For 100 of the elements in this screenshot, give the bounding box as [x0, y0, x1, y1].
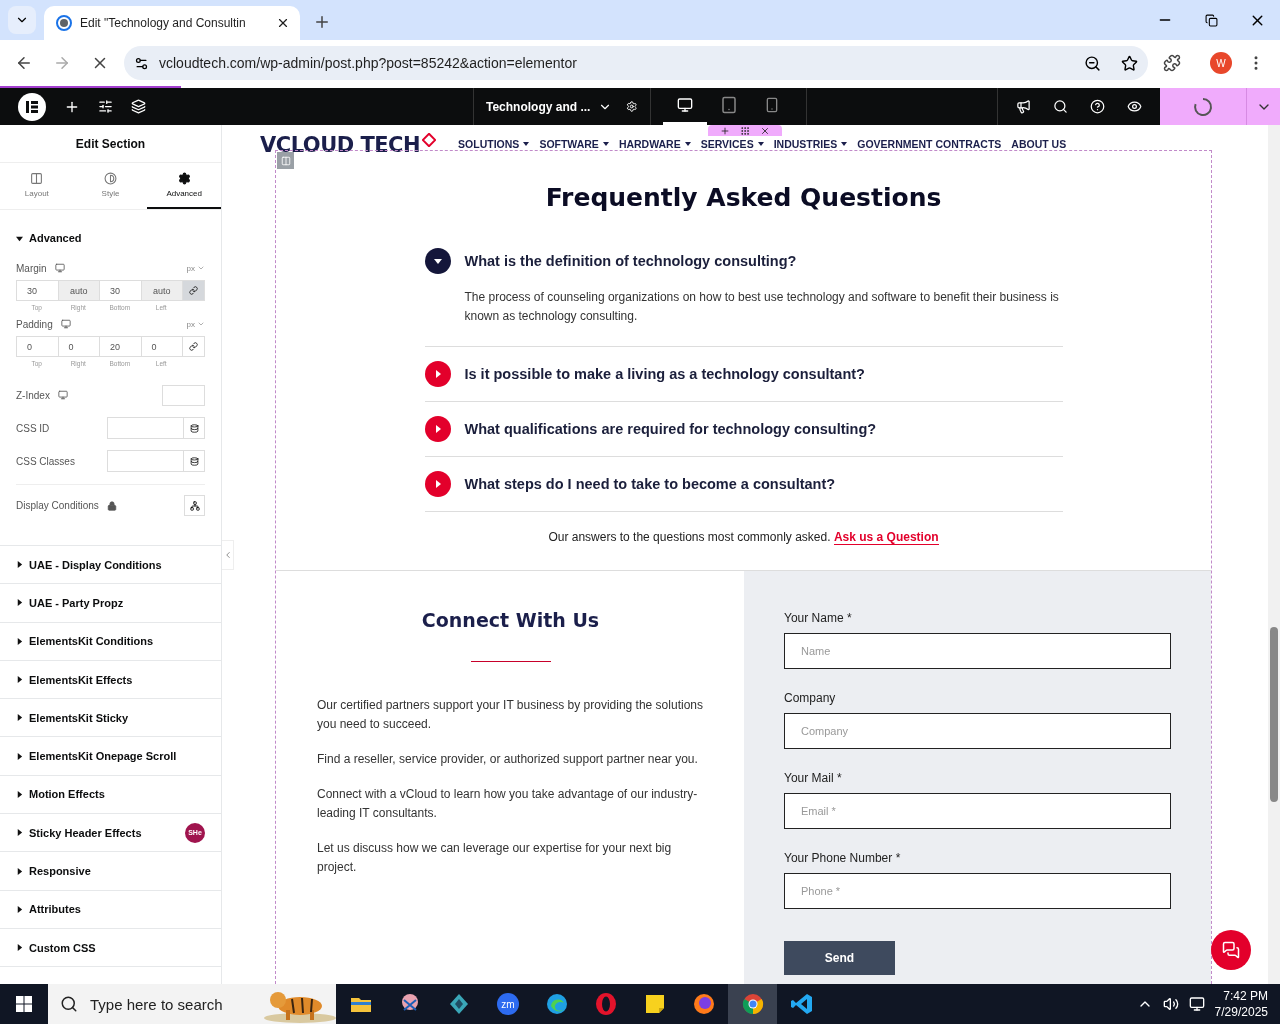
- elementor-logo[interactable]: [18, 92, 46, 121]
- tablet-icon[interactable]: [719, 96, 738, 114]
- code-editor-icon[interactable]: [789, 992, 814, 1016]
- document-title-dropdown[interactable]: Technology and ...: [486, 99, 613, 114]
- settings-icon[interactable]: [626, 99, 638, 114]
- firefox-icon[interactable]: [691, 992, 716, 1016]
- star-icon[interactable]: [1121, 54, 1138, 72]
- chat-icon[interactable]: [1222, 941, 1240, 959]
- database-icon[interactable]: [189, 423, 199, 433]
- unit-select[interactable]: px: [186, 319, 205, 329]
- css-classes-input[interactable]: [107, 450, 183, 472]
- chat-button[interactable]: [1211, 930, 1251, 970]
- speaker-icon[interactable]: [1162, 996, 1179, 1012]
- address-bar[interactable]: vcloudtech.com/wp-admin/post.php?post=85242&action=elementor: [124, 46, 1148, 80]
- site-logo[interactable]: VCLOUD TECH: [260, 133, 437, 157]
- taskbar-search-field[interactable]: Type here to search: [88, 994, 250, 1014]
- chrome-icon[interactable]: [740, 992, 765, 1016]
- nav-link[interactable]: ABOUT US: [1011, 138, 1067, 150]
- collapsed-section[interactable]: Custom CSS: [0, 928, 221, 968]
- nav-link[interactable]: SOFTWARE: [539, 138, 609, 150]
- taskbar-app-button[interactable]: [728, 984, 777, 1024]
- link-icon[interactable]: [189, 342, 198, 351]
- nav-link[interactable]: GOVERNMENT CONTRACTS: [857, 138, 1002, 150]
- dimension-input[interactable]: 30: [99, 280, 141, 301]
- faq-question[interactable]: What qualifications are required for technology consulting?: [464, 421, 877, 437]
- gear-icon[interactable]: [177, 172, 191, 185]
- dimension-input[interactable]: 0: [57, 336, 99, 357]
- nav-link[interactable]: SERVICES: [700, 138, 764, 150]
- zoom-out-icon[interactable]: [1084, 54, 1101, 72]
- faq-question[interactable]: Is it possible to make a living as a technology consultant?: [464, 366, 865, 382]
- close-icon[interactable]: [276, 16, 290, 30]
- collapsed-section[interactable]: Responsive: [0, 852, 221, 891]
- dynamic-tags-button[interactable]: [183, 417, 205, 439]
- layers-icon[interactable]: [131, 99, 146, 114]
- toggle-button[interactable]: [424, 248, 451, 274]
- ask-question-link[interactable]: Ask us a Question: [833, 530, 939, 545]
- dimension-input[interactable]: auto: [57, 280, 99, 301]
- scrollbar[interactable]: [1268, 125, 1280, 984]
- section-header[interactable]: Advanced: [16, 232, 205, 244]
- input-field[interactable]: Name: [784, 633, 1171, 669]
- unit-select[interactable]: px: [186, 263, 205, 273]
- collapsed-section[interactable]: ElementsKit Effects: [0, 660, 221, 700]
- input-field[interactable]: Company: [784, 713, 1171, 749]
- panel-tab[interactable]: Style: [73, 163, 148, 209]
- dimension-input[interactable]: auto: [140, 280, 182, 301]
- link-icon[interactable]: [189, 286, 198, 295]
- contrast-icon[interactable]: [104, 172, 117, 185]
- grip-icon[interactable]: [740, 125, 750, 136]
- publish-button[interactable]: [1160, 88, 1246, 125]
- opera-icon[interactable]: [593, 992, 618, 1016]
- link-values-button[interactable]: [182, 280, 205, 301]
- hierarchy-icon[interactable]: [189, 500, 200, 511]
- columns-icon[interactable]: [30, 172, 44, 185]
- toggle-button[interactable]: [424, 471, 451, 497]
- conditions-button[interactable]: [184, 495, 205, 516]
- taskbar-search-box[interactable]: Type here to search: [48, 984, 336, 1024]
- site-info-icon[interactable]: [134, 55, 149, 71]
- collapsed-section[interactable]: Attributes: [0, 890, 221, 929]
- close-icon[interactable]: [760, 125, 770, 136]
- panel-tab[interactable]: Layout: [0, 163, 74, 209]
- collapsed-section[interactable]: ElementsKit Conditions: [0, 622, 221, 661]
- browser-tab[interactable]: Edit "Technology and Consultin: [44, 6, 300, 40]
- search-icon[interactable]: [60, 995, 78, 1013]
- dimension-input[interactable]: 20: [99, 336, 141, 357]
- help-icon[interactable]: [1090, 99, 1105, 114]
- nav-link[interactable]: HARDWARE: [618, 138, 691, 150]
- dynamic-tags-button[interactable]: [183, 450, 205, 472]
- dimension-input[interactable]: 0: [16, 336, 58, 357]
- link-values-button[interactable]: [182, 336, 205, 357]
- nav-link[interactable]: INDUSTRIES: [773, 138, 848, 150]
- collapsed-section[interactable]: ElementsKit Onepage Scroll: [0, 737, 221, 776]
- collapsed-section[interactable]: Motion Effects: [0, 775, 221, 815]
- windows-logo[interactable]: [16, 996, 32, 1012]
- network-icon[interactable]: [1188, 996, 1205, 1012]
- input-field[interactable]: Phone *: [784, 873, 1171, 909]
- taskbar-app-button[interactable]: zm: [483, 984, 532, 1024]
- eye-icon[interactable]: [1127, 99, 1142, 114]
- zoom-app-icon[interactable]: zm: [495, 992, 520, 1016]
- sliders-icon[interactable]: [98, 99, 113, 114]
- z-index-input[interactable]: [162, 384, 205, 406]
- collapsed-section[interactable]: ElementsKit Sticky: [0, 699, 221, 738]
- new-tab-icon[interactable]: [313, 13, 331, 31]
- collapsed-section[interactable]: UAE - Display Conditions: [0, 546, 221, 585]
- dimension-input[interactable]: 0: [140, 336, 182, 357]
- megaphone-icon[interactable]: [1016, 99, 1031, 114]
- css-id-input[interactable]: [107, 417, 183, 439]
- toggle-button[interactable]: [424, 361, 451, 387]
- desktop-icon[interactable]: [676, 97, 693, 113]
- send-button[interactable]: Send: [784, 941, 895, 975]
- toggle-button[interactable]: [424, 416, 451, 442]
- profile-avatar[interactable]: W: [1210, 52, 1232, 74]
- edge-browser-icon[interactable]: [544, 992, 569, 1016]
- restore-icon[interactable]: [1204, 13, 1218, 27]
- clock[interactable]: 7:42 PM 7/29/2025: [1214, 988, 1268, 1020]
- collapsed-section[interactable]: UAE - Party Propz: [0, 584, 221, 623]
- database-icon[interactable]: [189, 456, 199, 466]
- faq-question[interactable]: What is the definition of technology consulting?: [464, 253, 797, 269]
- nav-link[interactable]: SOLUTIONS: [458, 138, 530, 150]
- faq-question[interactable]: What steps do I need to take to become a consultant?: [464, 476, 836, 492]
- section-handle[interactable]: [708, 125, 782, 136]
